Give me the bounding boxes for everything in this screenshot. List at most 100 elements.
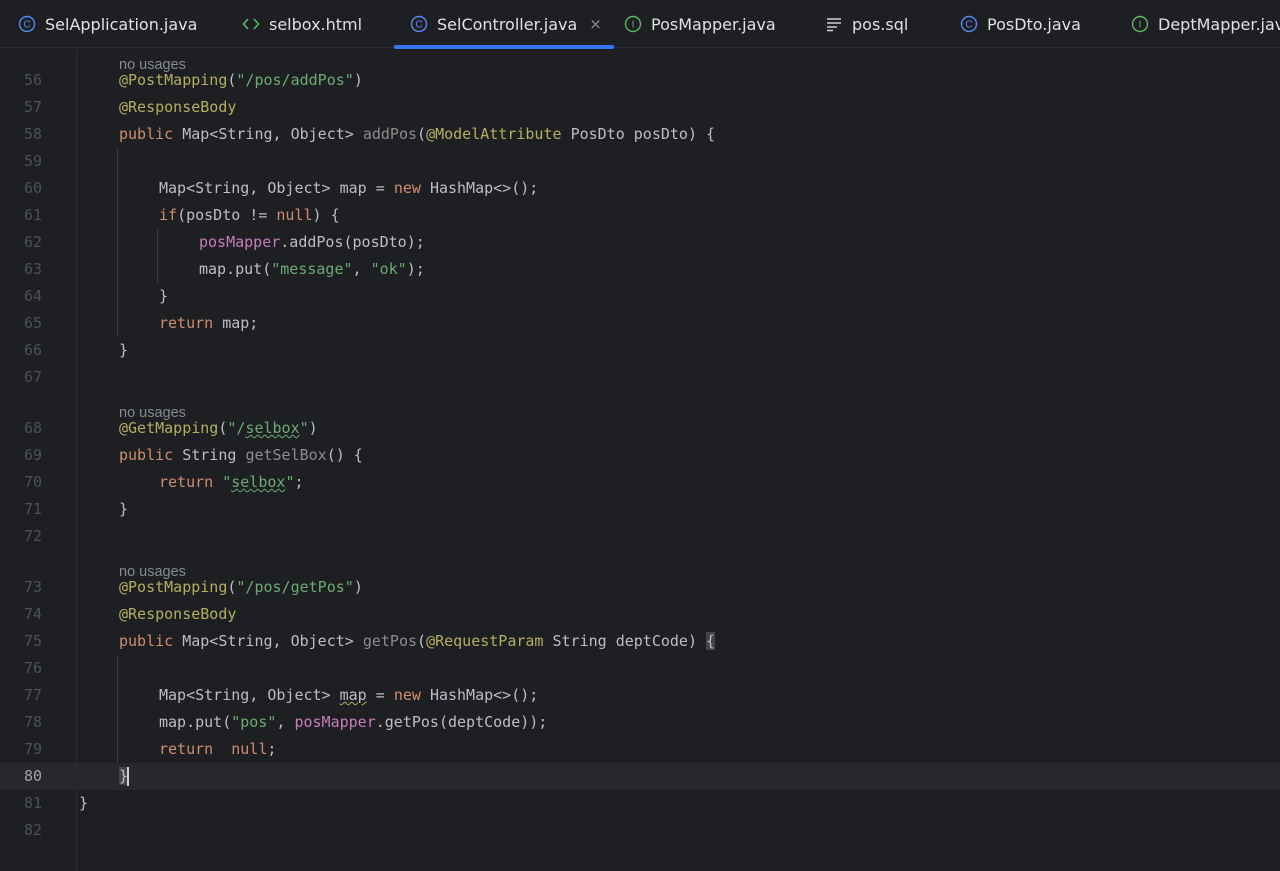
tab-label: SelApplication.java <box>45 14 198 34</box>
code-token: } <box>159 287 169 305</box>
code-line[interactable]: 62 posMapper.addPos(posDto); <box>0 229 1280 256</box>
code-token: "/pos/addPos" <box>236 71 354 89</box>
code-line[interactable]: 65 return map; <box>0 310 1280 337</box>
line-number: 79 <box>23 740 42 758</box>
code-line[interactable]: 61 if(posDto != null) { <box>0 202 1280 229</box>
code-token: return <box>159 473 223 491</box>
code-line[interactable]: 66} <box>0 337 1280 364</box>
code-line[interactable]: 76 <box>0 655 1280 682</box>
code-token: if <box>159 206 178 224</box>
tab-pos-sql[interactable]: pos.sql <box>825 0 908 48</box>
code-text: @GetMapping("/selbox") <box>119 415 318 442</box>
code-token: ( <box>417 125 427 143</box>
tab-deptmapper-java[interactable]: I DeptMapper.java <box>1131 0 1280 48</box>
tab-posmapper-java[interactable]: I PosMapper.java <box>624 0 776 48</box>
code-token: "ok" <box>370 260 407 278</box>
code-line[interactable]: 70 return "selbox"; <box>0 469 1280 496</box>
code-token: getPos <box>362 632 418 650</box>
code-token: ) <box>353 71 363 89</box>
code-line[interactable]: 68 @GetMapping("/selbox") <box>0 415 1280 442</box>
code-token: Map<String, Object> <box>182 632 363 650</box>
code-line[interactable]: 59 <box>0 148 1280 175</box>
tab-selcontroller-java[interactable]: C SelController.java × <box>394 0 614 49</box>
line-number: 59 <box>23 152 42 170</box>
code-line[interactable]: 69 public String getSelBox() { <box>0 442 1280 469</box>
code-line[interactable]: 81} <box>0 790 1280 817</box>
code-line[interactable]: 56 @PostMapping("/pos/addPos") <box>0 67 1280 94</box>
code-text: return "selbox"; <box>159 469 304 496</box>
code-text: map.put("pos", posMapper.getPos(deptCode… <box>159 709 547 736</box>
line-number: 60 <box>23 179 42 197</box>
line-number: 80 <box>23 767 42 785</box>
code-line[interactable]: 78 map.put("pos", posMapper.getPos(deptCo… <box>0 709 1280 736</box>
svg-text:C: C <box>965 20 972 31</box>
code-line[interactable]: 71} <box>0 496 1280 523</box>
line-number: 63 <box>23 260 42 278</box>
code-editor[interactable]: no usages 56 @PostMapping("/pos/addPos") 57… <box>0 49 1280 871</box>
code-token: "pos" <box>231 713 277 731</box>
code-line[interactable]: 80} <box>0 763 1280 790</box>
code-token: ) <box>308 419 318 437</box>
class-icon: C <box>18 15 36 33</box>
code-token: map.put( <box>159 713 232 731</box>
code-token: selbox <box>245 419 300 437</box>
code-token: @PostMapping <box>119 71 228 89</box>
code-token: String <box>182 446 246 464</box>
interface-icon: I <box>624 15 642 33</box>
code-token: "message" <box>271 260 353 278</box>
code-text: public String getSelBox() { <box>119 442 363 469</box>
code-token: PosDto posDto) { <box>570 125 716 143</box>
code-token: public <box>119 125 183 143</box>
code-token: @RequestParam <box>426 632 553 650</box>
code-token: public <box>119 632 183 650</box>
line-number: 71 <box>23 500 42 518</box>
code-token: ; <box>294 473 304 491</box>
tab-label: SelController.java <box>437 14 578 34</box>
tab-posdto-java[interactable]: C PosDto.java <box>960 0 1081 48</box>
tab-selapplication-java[interactable]: C SelApplication.java <box>18 0 197 48</box>
line-number: 61 <box>23 206 42 224</box>
code-token: .getPos(deptCode)); <box>375 713 548 731</box>
code-token: public <box>119 446 183 464</box>
code-text: @ResponseBody <box>119 601 236 628</box>
code-token: map; <box>222 314 259 332</box>
tab-label: DeptMapper.java <box>1158 14 1280 34</box>
code-line[interactable]: 75 public Map<String, Object> getPos(@Req… <box>0 628 1280 655</box>
code-token: " <box>299 419 309 437</box>
code-token: ; <box>267 740 277 758</box>
line-number: 64 <box>23 287 42 305</box>
html-icon <box>242 15 260 33</box>
indent-guide <box>117 148 118 337</box>
close-tab-icon[interactable]: × <box>589 15 602 33</box>
code-line[interactable]: 67 <box>0 364 1280 391</box>
code-token: Map<String, Object> <box>159 686 340 704</box>
code-line[interactable]: 58 public Map<String, Object> addPos(@Mod… <box>0 121 1280 148</box>
tab-label: pos.sql <box>852 14 909 34</box>
code-text: } <box>119 496 128 523</box>
line-number: 82 <box>23 821 42 839</box>
code-token: HashMap<>(); <box>429 179 539 197</box>
code-line[interactable]: 63 map.put("message", "ok"); <box>0 256 1280 283</box>
line-number: 68 <box>23 419 42 437</box>
code-text: @PostMapping("/pos/addPos") <box>119 67 363 94</box>
svg-text:C: C <box>23 20 30 31</box>
code-line[interactable]: 73 @PostMapping("/pos/getPos") <box>0 574 1280 601</box>
code-line[interactable]: 74 @ResponseBody <box>0 601 1280 628</box>
code-token: @ResponseBody <box>119 98 237 116</box>
code-token: map <box>339 686 367 704</box>
code-line[interactable]: 60 Map<String, Object> map = new HashMap<… <box>0 175 1280 202</box>
code-line[interactable]: 77 Map<String, Object> map = new HashMap<… <box>0 682 1280 709</box>
code-token: .addPos(posDto); <box>280 233 425 251</box>
code-line[interactable]: 79 return null; <box>0 736 1280 763</box>
tab-selbox-html[interactable]: selbox.html <box>242 0 362 48</box>
line-number: 72 <box>23 527 42 545</box>
code-line[interactable]: 82 <box>0 817 1280 844</box>
code-text: @ResponseBody <box>119 94 236 121</box>
code-line[interactable]: 72 <box>0 523 1280 550</box>
code-line[interactable]: 57 @ResponseBody <box>0 94 1280 121</box>
code-token: String deptCode) <box>552 632 707 650</box>
code-token: Map<String, Object> <box>182 125 363 143</box>
code-token: posMapper <box>294 713 376 731</box>
code-line[interactable]: 64} <box>0 283 1280 310</box>
line-number: 69 <box>23 446 42 464</box>
